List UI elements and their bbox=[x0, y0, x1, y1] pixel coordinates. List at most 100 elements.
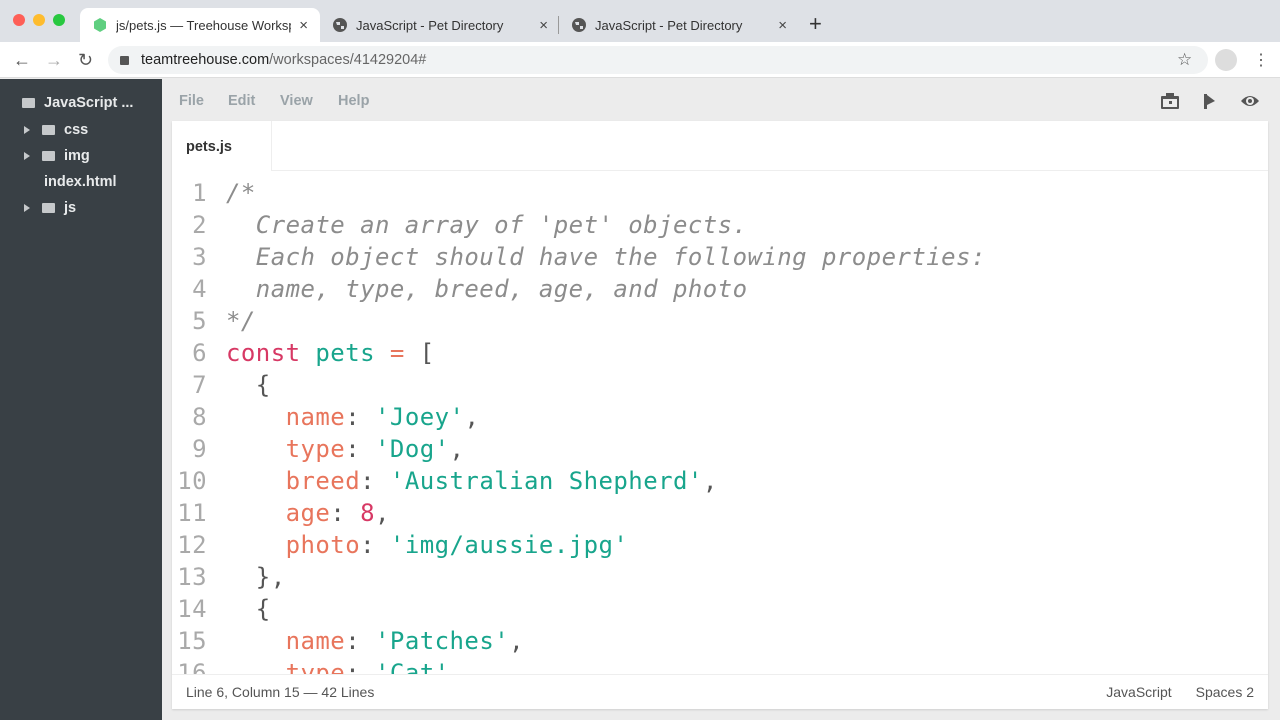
menu-view[interactable]: View bbox=[280, 93, 313, 109]
snapshot-icon[interactable] bbox=[1160, 91, 1180, 111]
code-line: 2 Create an array of 'pet' objects. bbox=[172, 209, 1268, 241]
code-token: : bbox=[360, 467, 390, 495]
more-menu-icon[interactable]: ⋮ bbox=[1253, 50, 1269, 70]
code-line: 8 name: 'Joey', bbox=[172, 401, 1268, 433]
line-number: 13 bbox=[177, 563, 207, 591]
line-source: name: 'Patches', bbox=[226, 625, 524, 657]
code-token: : bbox=[345, 435, 376, 463]
caret-right-icon bbox=[24, 204, 30, 212]
line-source: Each object should have the following pr… bbox=[226, 241, 986, 273]
code-token: 'Joey' bbox=[375, 403, 465, 431]
code-line: 16 type: 'Cat', bbox=[172, 657, 1268, 674]
close-tab-icon[interactable]: × bbox=[539, 17, 548, 34]
code-token: name, type, breed, age, and photo bbox=[226, 275, 748, 303]
line-number: 11 bbox=[177, 499, 207, 527]
caret-right-icon bbox=[24, 126, 30, 134]
code-token: , bbox=[449, 659, 465, 674]
sidebar-item-img[interactable]: img bbox=[24, 148, 90, 164]
maximize-window-button[interactable] bbox=[53, 14, 65, 26]
code-line: 3 Each object should have the following … bbox=[172, 241, 1268, 273]
code-token: : bbox=[330, 499, 361, 527]
treehouse-icon bbox=[92, 17, 108, 33]
menu-edit[interactable]: Edit bbox=[228, 93, 255, 109]
code-line: 5 */ bbox=[172, 305, 1268, 337]
bookmark-star-icon[interactable]: ☆ bbox=[1177, 50, 1192, 70]
item-label: index.html bbox=[44, 174, 117, 190]
code-token: , bbox=[509, 627, 525, 655]
line-source: { bbox=[226, 369, 271, 401]
line-source: photo: 'img/aussie.jpg' bbox=[226, 529, 628, 561]
code-token: : bbox=[345, 659, 376, 674]
line-source: Create an array of 'pet' objects. bbox=[226, 209, 747, 241]
sidebar-item-css[interactable]: css bbox=[24, 122, 88, 138]
code-token: */ bbox=[226, 307, 256, 335]
preview-eye-icon[interactable] bbox=[1240, 91, 1260, 111]
reload-icon[interactable]: ↻ bbox=[78, 50, 93, 71]
code-line: 10 breed: 'Australian Shepherd', bbox=[172, 465, 1268, 497]
file-tab-pets-js[interactable]: pets.js bbox=[172, 121, 272, 171]
menu-file[interactable]: File bbox=[179, 93, 204, 109]
browser-tab-pet-directory-2[interactable]: JavaScript - Pet Directory × bbox=[559, 8, 799, 42]
code-line: 4 name, type, breed, age, and photo bbox=[172, 273, 1268, 305]
code-token: Each object should have the following pr… bbox=[226, 243, 986, 271]
code-token: = bbox=[389, 339, 405, 367]
share-icon[interactable] bbox=[1200, 91, 1220, 111]
line-source: const pets = [ bbox=[226, 337, 435, 369]
line-source: /* bbox=[226, 177, 256, 209]
file-sidebar: JavaScript ... css img index.html js bbox=[0, 79, 162, 720]
url-input[interactable]: teamtreehouse.com/workspaces/41429204# bbox=[108, 46, 1208, 74]
line-number: 1 bbox=[192, 179, 207, 207]
close-window-button[interactable] bbox=[13, 14, 25, 26]
line-number: 4 bbox=[192, 275, 207, 303]
code-line: 6 const pets = [ bbox=[172, 337, 1268, 369]
code-token: type bbox=[285, 659, 346, 674]
language-mode[interactable]: JavaScript bbox=[1106, 684, 1171, 700]
line-number: 3 bbox=[192, 243, 207, 271]
sidebar-item-index-html[interactable]: index.html bbox=[44, 174, 117, 190]
line-number: 6 bbox=[192, 339, 207, 367]
minimize-window-button[interactable] bbox=[33, 14, 45, 26]
item-label: JavaScript ... bbox=[44, 95, 134, 111]
menu-help[interactable]: Help bbox=[338, 93, 369, 109]
line-number: 10 bbox=[177, 467, 207, 495]
code-token: { bbox=[226, 595, 271, 623]
close-tab-icon[interactable]: × bbox=[299, 17, 308, 34]
forward-icon[interactable]: → bbox=[45, 50, 63, 71]
code-token: age bbox=[285, 499, 331, 527]
close-tab-icon[interactable]: × bbox=[778, 17, 787, 34]
code-line: 11 age: 8, bbox=[172, 497, 1268, 529]
browser-tab-pet-directory[interactable]: JavaScript - Pet Directory × bbox=[320, 8, 560, 42]
code-area[interactable]: 1 /* 2 Create an array of 'pet' objects. 3 … bbox=[172, 177, 1268, 674]
address-bar-row: ← → ↻ teamtreehouse.com/workspaces/41429… bbox=[0, 42, 1280, 78]
folder-icon bbox=[42, 125, 55, 135]
folder-icon bbox=[22, 98, 35, 108]
lock-icon bbox=[120, 55, 129, 65]
line-source: { bbox=[226, 593, 271, 625]
browser-tab-workspace[interactable]: js/pets.js — Treehouse Workspaces × bbox=[80, 8, 320, 42]
line-source: type: 'Cat', bbox=[226, 657, 464, 674]
sidebar-item-js[interactable]: js bbox=[24, 200, 76, 216]
code-line: 9 type: 'Dog', bbox=[172, 433, 1268, 465]
code-editor-panel: pets.js 1 /* 2 Create an array of 'pet' ob… bbox=[172, 121, 1268, 709]
code-token: 'Cat' bbox=[375, 659, 450, 674]
new-tab-button[interactable]: + bbox=[809, 11, 822, 37]
line-number: 9 bbox=[192, 435, 207, 463]
editor-menu-bar: File Edit View Help bbox=[162, 79, 1280, 121]
line-number: 16 bbox=[177, 659, 207, 674]
code-token: }, bbox=[226, 563, 286, 591]
sidebar-item-root[interactable]: JavaScript ... bbox=[22, 95, 133, 111]
line-number: 7 bbox=[192, 371, 207, 399]
indent-setting[interactable]: Spaces 2 bbox=[1196, 684, 1254, 700]
back-icon[interactable]: ← bbox=[13, 50, 31, 71]
code-token: 8 bbox=[360, 499, 376, 527]
tab-title: JavaScript - Pet Directory bbox=[595, 17, 743, 33]
line-number: 15 bbox=[177, 627, 207, 655]
item-label: js bbox=[64, 200, 77, 216]
profile-avatar[interactable] bbox=[1215, 49, 1237, 71]
code-token: : bbox=[345, 403, 376, 431]
